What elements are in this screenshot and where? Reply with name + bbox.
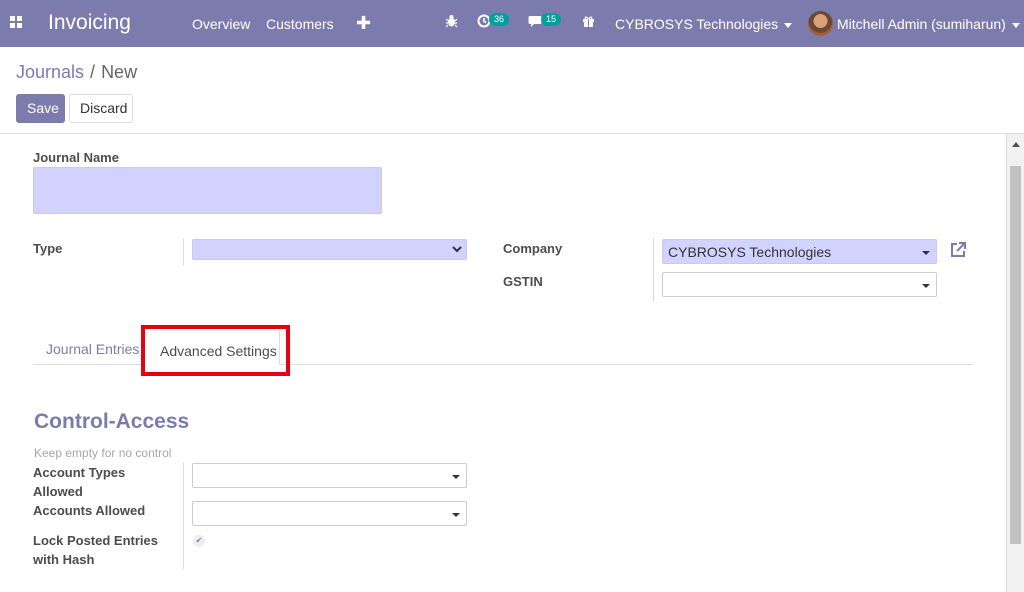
external-link-icon[interactable] — [948, 240, 968, 260]
vertical-scrollbar[interactable] — [1006, 134, 1024, 592]
user-menu-label: Mitchell Admin (sumiharun) — [837, 16, 1006, 32]
plus-icon[interactable]: ✚ — [356, 13, 371, 34]
breadcrumb-separator: / — [90, 62, 96, 82]
top-navbar: Invoicing Overview Customers ✚ 36 15 CYB… — [0, 0, 1024, 47]
debug-bug-icon[interactable] — [445, 14, 458, 31]
caret-down-icon — [452, 474, 460, 479]
breadcrumb-current: New — [101, 62, 138, 82]
chevron-down-icon — [1011, 22, 1020, 28]
breadcrumb: Journals / New — [16, 62, 137, 83]
field-separator — [183, 462, 184, 569]
accounts-allowed-label: Accounts Allowed — [33, 503, 146, 518]
company-switcher-label: CYBROSYS Technologies — [615, 16, 779, 32]
lock-posted-checkbox[interactable]: ✔ — [193, 535, 205, 547]
lock-posted-label: Lock Posted Entries with Hash — [33, 531, 158, 569]
company-select-value: CYBROSYS Technologies — [668, 244, 832, 260]
chevron-down-icon — [784, 22, 793, 28]
account-types-label-line2: Allowed — [33, 484, 83, 499]
menu-overview[interactable]: Overview — [192, 16, 250, 32]
company-select[interactable]: CYBROSYS Technologies — [662, 239, 937, 264]
chevron-down-icon — [452, 243, 462, 257]
help-text: Keep empty for no control — [34, 446, 172, 460]
avatar[interactable] — [808, 11, 833, 36]
lock-posted-label-line2: with Hash — [33, 552, 95, 567]
menu-customers[interactable]: Customers — [266, 16, 334, 32]
caret-down-icon — [922, 250, 930, 255]
activity-count-badge: 36 — [489, 13, 510, 26]
gstin-label: GSTIN — [503, 274, 543, 289]
message-count-badge: 15 — [541, 13, 562, 26]
scrollbar-thumb[interactable] — [1010, 166, 1021, 544]
type-select[interactable] — [192, 239, 467, 260]
gstin-select[interactable] — [662, 272, 937, 297]
save-button[interactable]: Save — [16, 94, 65, 123]
breadcrumb-journals-link[interactable]: Journals — [16, 62, 84, 82]
type-label: Type — [33, 241, 63, 256]
field-separator — [183, 238, 184, 266]
account-types-label-line1: Account Types — [33, 465, 126, 480]
annotation-highlight-box — [141, 325, 290, 376]
account-types-input[interactable] — [192, 463, 467, 488]
account-types-label: Account Types Allowed — [33, 463, 125, 501]
company-switcher[interactable]: CYBROSYS Technologies — [615, 16, 793, 32]
discard-button[interactable]: Discard — [69, 94, 133, 123]
field-separator — [653, 238, 654, 302]
caret-down-icon — [452, 512, 460, 517]
apps-menu-icon[interactable] — [10, 16, 23, 29]
journal-name-label: Journal Name — [33, 150, 119, 165]
section-title: Control-Access — [34, 410, 190, 433]
accounts-allowed-input[interactable] — [192, 501, 467, 526]
tab-journal-entries[interactable]: Journal Entries — [46, 341, 139, 357]
user-menu[interactable]: Mitchell Admin (sumiharun) — [837, 16, 1020, 32]
company-label: Company — [503, 241, 563, 256]
lock-posted-label-line1: Lock Posted Entries — [33, 533, 158, 548]
gift-icon[interactable] — [582, 14, 595, 31]
scroll-up-icon[interactable] — [1012, 142, 1020, 147]
journal-name-input[interactable] — [33, 167, 382, 214]
caret-down-icon — [922, 283, 930, 288]
app-title[interactable]: Invoicing — [48, 11, 131, 35]
